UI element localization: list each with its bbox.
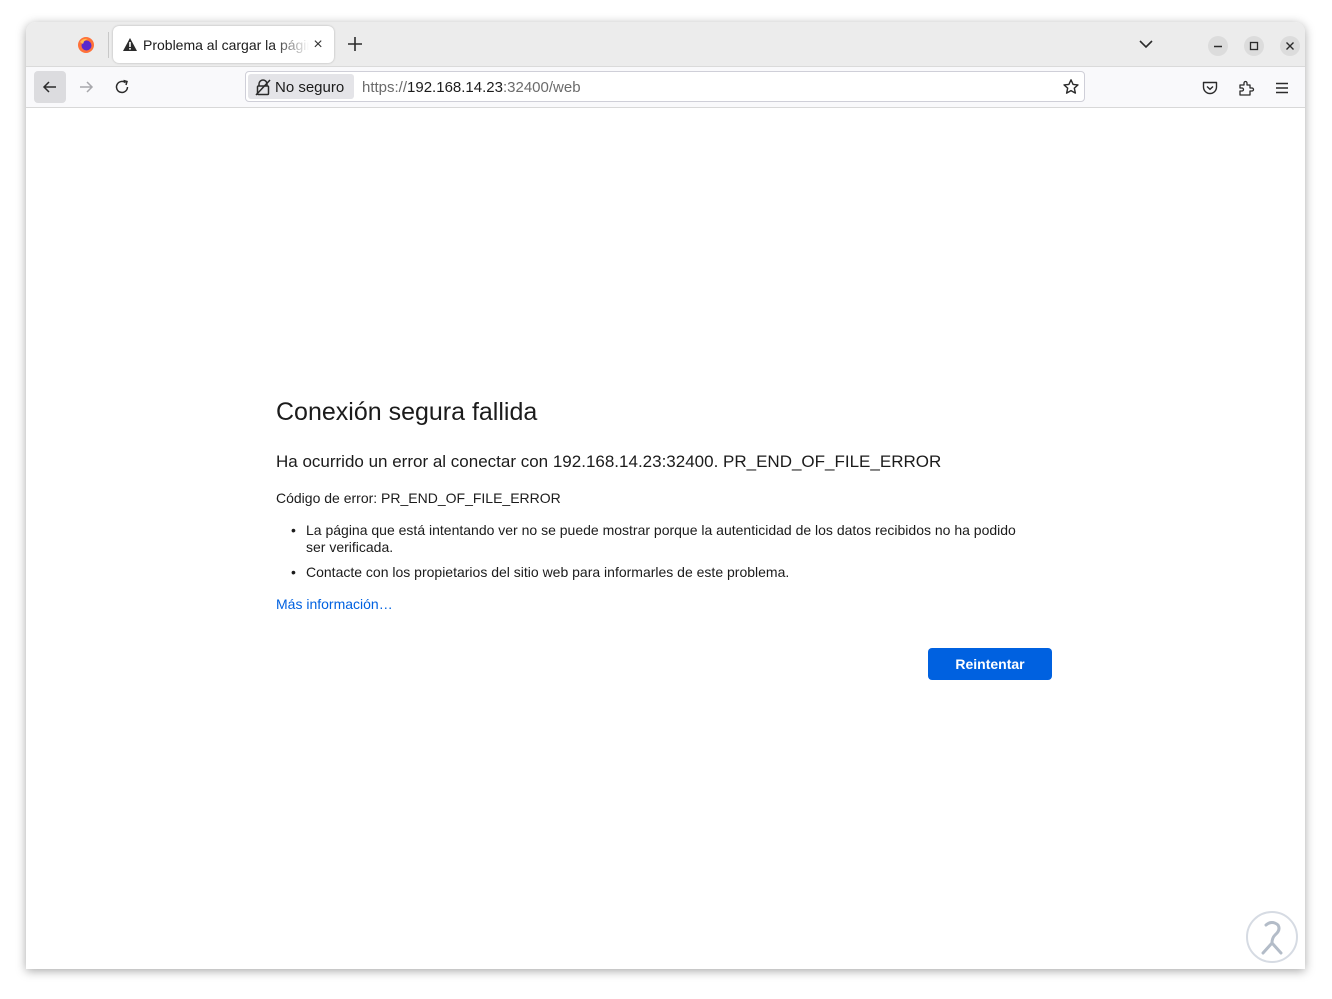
reload-icon bbox=[115, 79, 129, 94]
tab-close-button[interactable]: × bbox=[311, 37, 325, 53]
url-text[interactable]: https://192.168.14.23:32400/web bbox=[362, 79, 581, 96]
star-icon[interactable] bbox=[1062, 78, 1080, 96]
url-bar[interactable]: No seguro https://192.168.14.23:32400/we… bbox=[245, 71, 1085, 102]
not-secure-label: No seguro bbox=[275, 79, 345, 96]
learn-more-link[interactable]: Más información… bbox=[276, 596, 393, 612]
list-item: La página que está intentando ver no se … bbox=[276, 522, 1036, 556]
chevron-down-icon[interactable] bbox=[1138, 38, 1154, 50]
hamburger-icon[interactable] bbox=[1273, 79, 1291, 97]
minimize-icon[interactable] bbox=[1208, 36, 1228, 56]
arrow-right-icon bbox=[80, 81, 94, 93]
url-scheme: https:// bbox=[362, 79, 408, 96]
arrow-left-icon bbox=[42, 81, 56, 93]
puzzle-icon[interactable] bbox=[1237, 79, 1255, 97]
url-path: :32400/web bbox=[502, 79, 581, 96]
close-icon[interactable] bbox=[1280, 36, 1300, 56]
insecure-lock-icon bbox=[255, 79, 271, 96]
error-short-description: Ha ocurrido un error al conectar con 192… bbox=[276, 452, 942, 471]
warning-icon bbox=[123, 38, 137, 51]
back-button[interactable] bbox=[34, 71, 66, 103]
site-identity-button[interactable]: No seguro bbox=[248, 74, 354, 99]
tab-strip: Problema al cargar la página × bbox=[26, 22, 1305, 67]
plus-icon[interactable] bbox=[346, 35, 364, 53]
firefox-logo-icon[interactable] bbox=[77, 36, 95, 54]
reload-button[interactable] bbox=[106, 71, 138, 103]
tab-active[interactable]: Problema al cargar la página × bbox=[113, 26, 334, 63]
tab-separator bbox=[108, 32, 109, 58]
list-item: Contacte con los propietarios del sitio … bbox=[276, 564, 1056, 581]
url-host: 192.168.14.23 bbox=[407, 79, 503, 96]
maximize-icon[interactable] bbox=[1244, 36, 1264, 56]
error-code: Código de error: PR_END_OF_FILE_ERROR bbox=[276, 490, 561, 506]
retry-button[interactable]: Reintentar bbox=[928, 648, 1052, 680]
watermark-logo-icon bbox=[1246, 911, 1298, 963]
navigation-bar: No seguro https://192.168.14.23:32400/we… bbox=[26, 67, 1305, 108]
error-title: Conexión segura fallida bbox=[276, 398, 538, 426]
page-content: Conexión segura fallida Ha ocurrido un e… bbox=[26, 108, 1305, 969]
error-explanation-list: La página que está intentando ver no se … bbox=[276, 522, 1056, 589]
browser-window: Problema al cargar la página × No seguro… bbox=[26, 22, 1305, 969]
forward-button[interactable] bbox=[70, 71, 102, 103]
pocket-icon[interactable] bbox=[1201, 79, 1219, 97]
tab-title: Problema al cargar la página bbox=[143, 37, 309, 53]
